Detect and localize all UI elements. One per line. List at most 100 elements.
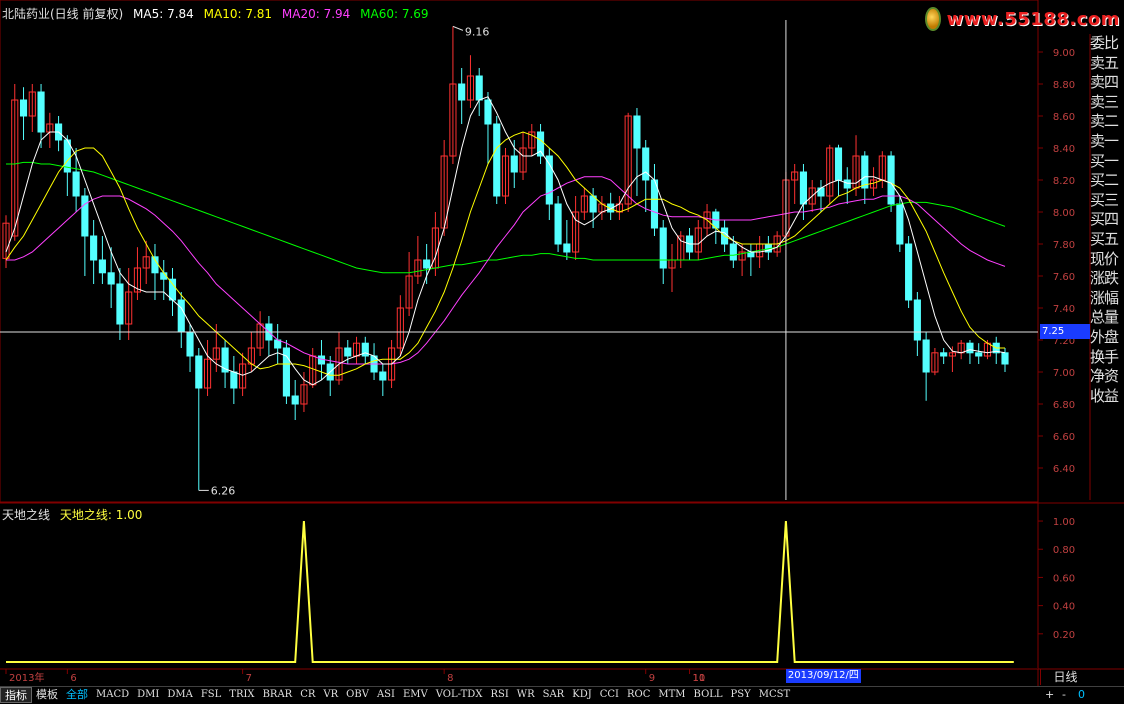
stock-title: 北陆药业(日线 前复权) bbox=[2, 7, 124, 21]
price-axis-label: 8.60 bbox=[1053, 112, 1075, 123]
price-axis-label: 6.80 bbox=[1053, 400, 1075, 411]
period-label[interactable]: 日线 bbox=[1040, 669, 1090, 685]
indicator-tab-cci[interactable]: CCI bbox=[596, 687, 623, 703]
price-axis-label: 6.40 bbox=[1053, 464, 1075, 475]
indicator-tab-wr[interactable]: WR bbox=[513, 687, 539, 703]
price-axis-label: 8.20 bbox=[1053, 176, 1075, 187]
candle-body bbox=[484, 99, 492, 125]
candle-body bbox=[37, 91, 45, 133]
quote-field-label: 买四 bbox=[1090, 210, 1119, 229]
indicator-tab-emv[interactable]: EMV bbox=[399, 687, 432, 703]
candle-body bbox=[72, 171, 80, 197]
candle-body bbox=[195, 355, 203, 389]
indicator-tab-boll[interactable]: BOLL bbox=[690, 687, 727, 703]
indicator-tab-kdj[interactable]: KDJ bbox=[568, 687, 596, 703]
quote-field-label: 买五 bbox=[1090, 229, 1119, 248]
candle-body bbox=[896, 203, 904, 245]
ma10-legend: MA10: 7.81 bbox=[203, 7, 273, 21]
zero-button[interactable]: 0 bbox=[1078, 688, 1085, 701]
indicator-tab-vr[interactable]: VR bbox=[319, 687, 342, 703]
quote-field-label: 收益 bbox=[1090, 386, 1119, 405]
date-axis-label: 7 bbox=[246, 673, 252, 684]
indicator-tab-asi[interactable]: ASI bbox=[373, 687, 399, 703]
main-pane-frame bbox=[0, 0, 1039, 503]
indicator-tab-macd[interactable]: MACD bbox=[92, 687, 133, 703]
indicator-axis-label: 0.60 bbox=[1053, 573, 1075, 584]
quote-field-label: 卖五 bbox=[1090, 53, 1119, 72]
candle-body bbox=[98, 259, 106, 274]
main-chart-header: 北陆药业(日线 前复权) MA5: 7.84 MA10: 7.81 MA20: … bbox=[2, 5, 435, 22]
candle-body bbox=[642, 147, 650, 181]
candle-body bbox=[975, 352, 983, 357]
indicator-tabs: MACD DMI DMA FSL TRIX BRAR CR VR OBV ASI EMV VOL-TD… bbox=[92, 687, 794, 703]
candle-body bbox=[291, 395, 299, 405]
quote-field-label: 买二 bbox=[1090, 171, 1119, 190]
indicator-tab-cr[interactable]: CR bbox=[296, 687, 319, 703]
candle-body bbox=[116, 283, 124, 325]
quote-field-label: 卖二 bbox=[1090, 112, 1119, 131]
indicator-tab-brar[interactable]: BRAR bbox=[259, 687, 297, 703]
quote-field-label: 卖三 bbox=[1090, 92, 1119, 111]
candle-body bbox=[834, 147, 843, 181]
indicator-tab-roc[interactable]: ROC bbox=[623, 687, 654, 703]
candle-body bbox=[493, 123, 501, 197]
candle-body bbox=[887, 155, 895, 205]
zoom-out-button[interactable]: - bbox=[1062, 688, 1066, 701]
indicator-tab-sar[interactable]: SAR bbox=[539, 687, 569, 703]
indicator-tab-vol-tdx[interactable]: VOL-TDX bbox=[432, 687, 487, 703]
indicator-button[interactable]: 指标 bbox=[0, 687, 32, 703]
stock-chart-window: 9.00 8.80 8.60 8.40 8.20 8.00 7.80 7.60 7.40 7.20… bbox=[0, 0, 1124, 703]
candle-body bbox=[799, 171, 808, 205]
template-button[interactable]: 模板 bbox=[32, 687, 62, 703]
price-axis-label: 7.60 bbox=[1053, 272, 1075, 283]
indicator-header: 天地之线 天地之线: 1.00 bbox=[2, 506, 148, 523]
date-axis-label: 2013年 bbox=[9, 671, 44, 684]
quote-field-label: 总量 bbox=[1090, 308, 1119, 327]
candle-body bbox=[19, 99, 28, 117]
candle-body bbox=[1001, 352, 1009, 365]
quote-field-label: 净资 bbox=[1090, 367, 1119, 386]
indicator-line bbox=[6, 520, 1014, 663]
date-axis-label: 9 bbox=[649, 673, 655, 684]
quote-field-label: 买三 bbox=[1090, 190, 1119, 209]
candle-body bbox=[922, 339, 930, 373]
indicator-tab-obv[interactable]: OBV bbox=[342, 687, 373, 703]
candle-body bbox=[510, 155, 518, 173]
candle-body bbox=[966, 342, 974, 354]
price-axis-label: 8.80 bbox=[1053, 80, 1075, 91]
quote-field-label: 现价 bbox=[1090, 249, 1119, 268]
date-axis-label: 11 bbox=[693, 673, 706, 684]
indicator-axis-label: 0.80 bbox=[1053, 545, 1075, 556]
candle-body bbox=[861, 155, 869, 189]
ma60-legend: MA60: 7.69 bbox=[360, 7, 429, 21]
quote-panel: 委比 卖五 卖四 卖三 卖二 卖一 买一 买二 买三 买四 买五 现价 涨跌 涨幅 总量 外盘 换手 净资 收益 bbox=[1090, 34, 1124, 406]
chart-canvas[interactable]: 9.008.808.608.408.208.007.807.607.407.20… bbox=[0, 0, 1124, 686]
indicator-tab-dma[interactable]: DMA bbox=[163, 687, 196, 703]
all-button[interactable]: 全部 bbox=[62, 687, 92, 703]
indicator-baseline bbox=[2, 668, 1038, 669]
indicator-tab-mcst[interactable]: MCST bbox=[755, 687, 794, 703]
indicator-tab-trix[interactable]: TRIX bbox=[225, 687, 258, 703]
indicator-tab-mtm[interactable]: MTM bbox=[654, 687, 689, 703]
indicator-tab-psy[interactable]: PSY bbox=[727, 687, 755, 703]
candle-body bbox=[554, 203, 562, 245]
candle-body bbox=[458, 83, 466, 101]
candle-body bbox=[423, 259, 431, 269]
indicator-tab-rsi[interactable]: RSI bbox=[486, 687, 512, 703]
price-axis-label: 8.00 bbox=[1053, 208, 1075, 219]
candle-body bbox=[90, 235, 98, 261]
quote-field-label: 卖一 bbox=[1090, 131, 1119, 150]
candle-body bbox=[379, 371, 387, 381]
zoom-in-button[interactable]: + bbox=[1045, 688, 1054, 701]
price-axis-label: 7.40 bbox=[1053, 304, 1075, 315]
candle-body bbox=[186, 331, 194, 357]
candle-body bbox=[107, 272, 115, 285]
candle-body bbox=[81, 195, 89, 237]
indicator-tab-fsl[interactable]: FSL bbox=[197, 687, 225, 703]
candle-body bbox=[905, 243, 913, 301]
indicator-tab-dmi[interactable]: DMI bbox=[133, 687, 163, 703]
quote-field-label: 卖四 bbox=[1090, 73, 1119, 92]
candle-body bbox=[230, 371, 238, 389]
indicator-axis-label: 0.20 bbox=[1053, 630, 1075, 641]
quote-field-label: 外盘 bbox=[1090, 327, 1119, 346]
